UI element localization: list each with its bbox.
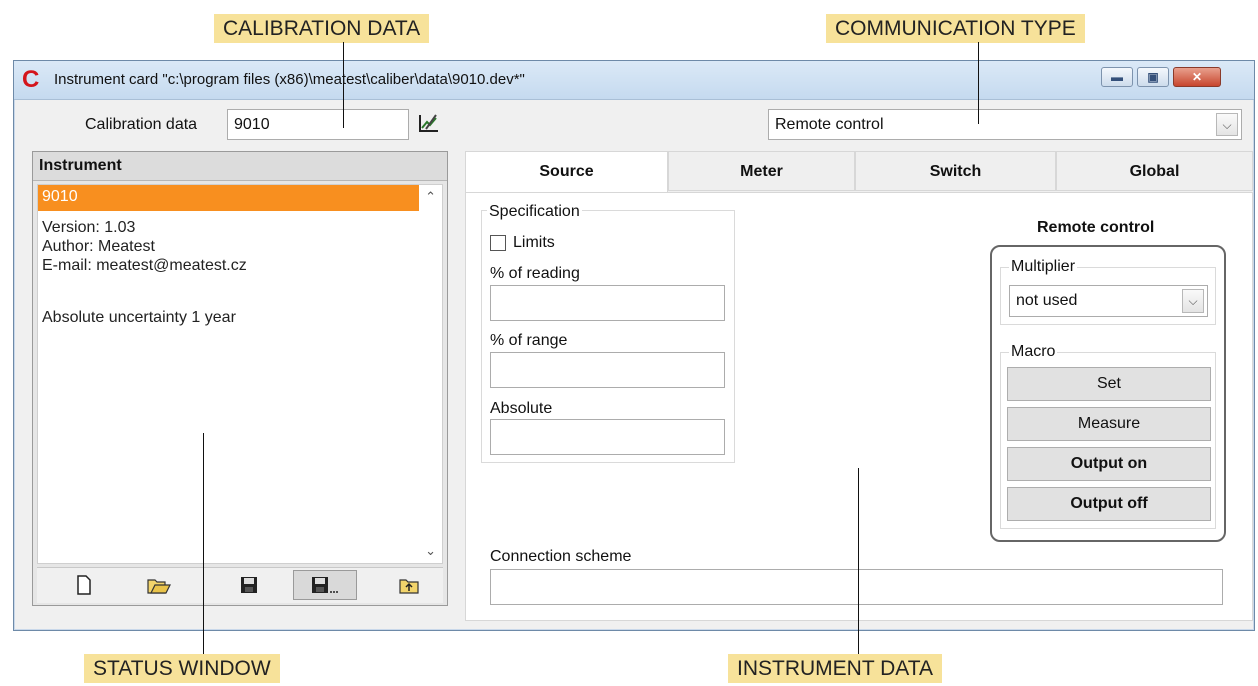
new-file-button[interactable] xyxy=(52,570,116,600)
leader-communication-type xyxy=(978,42,979,124)
pct-range-input[interactable] xyxy=(490,352,725,388)
maximize-button[interactable]: ▣ xyxy=(1137,67,1169,87)
status-line: Version: 1.03 xyxy=(42,219,136,236)
tab-global[interactable]: Global xyxy=(1056,151,1253,191)
callout-instrument-data: INSTRUMENT DATA xyxy=(728,654,943,683)
connection-scheme-label: Connection scheme xyxy=(490,548,632,565)
leader-status-window xyxy=(203,433,204,654)
export-icon xyxy=(399,579,419,594)
edit-chart-icon xyxy=(419,114,438,132)
tab-switch[interactable]: Switch xyxy=(855,151,1056,191)
tab-meter[interactable]: Meter xyxy=(668,151,855,191)
macro-set-button[interactable]: Set xyxy=(1007,367,1211,401)
close-button[interactable]: ✕ xyxy=(1173,67,1221,87)
status-line: Author: Meatest xyxy=(42,238,155,255)
status-line: E-mail: meatest@meatest.cz xyxy=(42,257,247,274)
edit-calibration-button[interactable] xyxy=(418,111,440,135)
save-button[interactable] xyxy=(217,570,281,600)
macro-output-off-button[interactable]: Output off xyxy=(1007,487,1211,521)
source-tab-content: Specification Limits % of reading % of r… xyxy=(465,192,1253,621)
remote-control-title: Remote control xyxy=(1037,219,1155,236)
macro-measure-button[interactable]: Measure xyxy=(1007,407,1211,441)
maximize-icon: ▣ xyxy=(1147,70,1159,84)
minimize-button[interactable]: ▬ xyxy=(1101,67,1133,87)
instrument-panel-header: Instrument xyxy=(33,152,447,181)
multiplier-select[interactable]: not used ⌵ xyxy=(1009,285,1208,317)
calibration-data-label: Calibration data xyxy=(85,116,198,133)
instrument-toolbar xyxy=(37,567,443,603)
pct-reading-label: % of reading xyxy=(490,265,580,282)
open-file-button[interactable] xyxy=(127,570,191,600)
export-button[interactable] xyxy=(377,570,441,600)
minimize-icon: ▬ xyxy=(1111,70,1123,84)
pct-reading-input[interactable] xyxy=(490,285,725,321)
selected-instrument[interactable]: 9010 xyxy=(38,185,419,211)
instrument-data-area: Source Meter Switch Global Specification… xyxy=(465,151,1253,621)
communication-type-value: Remote control xyxy=(775,116,884,133)
specification-title: Specification xyxy=(487,203,582,221)
instrument-panel: Instrument 9010 Version: 1.03 Author: Me… xyxy=(32,151,448,606)
leader-calibration-data xyxy=(343,42,344,128)
window-title: Instrument card "c:\program files (x86)\… xyxy=(54,71,525,88)
connection-scheme-input[interactable] xyxy=(490,569,1223,605)
absolute-label: Absolute xyxy=(490,400,553,417)
scroll-up-icon[interactable]: ⌃ xyxy=(425,189,436,205)
calibration-data-field[interactable]: 9010 xyxy=(227,109,409,140)
limits-checkbox[interactable] xyxy=(490,235,506,251)
callout-status-window: STATUS WINDOW xyxy=(84,654,280,683)
save-as-icon xyxy=(312,577,338,593)
callout-communication-type: COMMUNICATION TYPE xyxy=(826,14,1085,43)
macro-output-on-button[interactable]: Output on xyxy=(1007,447,1211,481)
callout-calibration-data: CALIBRATION DATA xyxy=(214,14,430,43)
pct-range-label: % of range xyxy=(490,332,568,349)
tab-source[interactable]: Source xyxy=(465,151,668,193)
open-folder-icon xyxy=(147,579,171,594)
chevron-down-icon: ⌵ xyxy=(1182,289,1204,313)
absolute-input[interactable] xyxy=(490,419,725,455)
multiplier-title: Multiplier xyxy=(1009,258,1078,276)
instrument-card-window: C Instrument card "c:\program files (x86… xyxy=(13,60,1255,631)
communication-type-select[interactable]: Remote control ⌵ xyxy=(768,109,1242,140)
title-bar[interactable]: C Instrument card "c:\program files (x86… xyxy=(14,61,1254,100)
save-icon xyxy=(241,577,257,593)
limits-label: Limits xyxy=(513,234,555,251)
leader-instrument-data xyxy=(858,468,859,654)
scroll-down-icon[interactable]: ⌄ xyxy=(425,543,436,559)
new-file-icon xyxy=(77,575,91,595)
status-line: Absolute uncertainty 1 year xyxy=(42,309,236,326)
close-icon: ✕ xyxy=(1191,70,1203,84)
macro-buttons: Set Measure Output on Output off xyxy=(1007,367,1211,527)
save-as-button[interactable] xyxy=(293,570,357,600)
status-window[interactable]: 9010 Version: 1.03 Author: Meatest E-mai… xyxy=(37,184,443,564)
macro-title: Macro xyxy=(1009,343,1058,361)
chevron-down-icon: ⌵ xyxy=(1216,113,1238,136)
multiplier-value: not used xyxy=(1016,292,1078,309)
app-logo-icon: C xyxy=(22,66,40,93)
